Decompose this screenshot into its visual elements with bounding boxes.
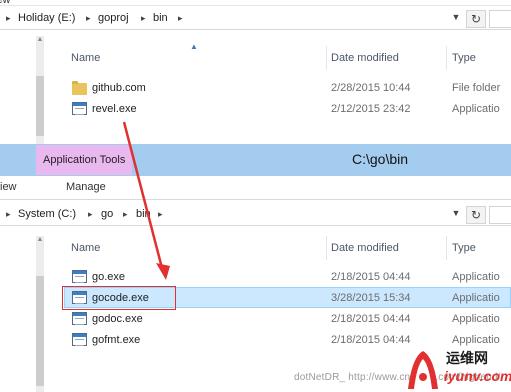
annotation-arrow (122, 121, 170, 280)
arrow-head (156, 263, 170, 280)
logo-text-cn: 运维网 (446, 350, 488, 366)
logo-text-domain: iyunv.com (444, 368, 511, 384)
arrow-shaft (122, 121, 164, 269)
logo-mark-icon (408, 351, 438, 389)
site-logo: 运维网 iyunv.com (402, 345, 511, 392)
